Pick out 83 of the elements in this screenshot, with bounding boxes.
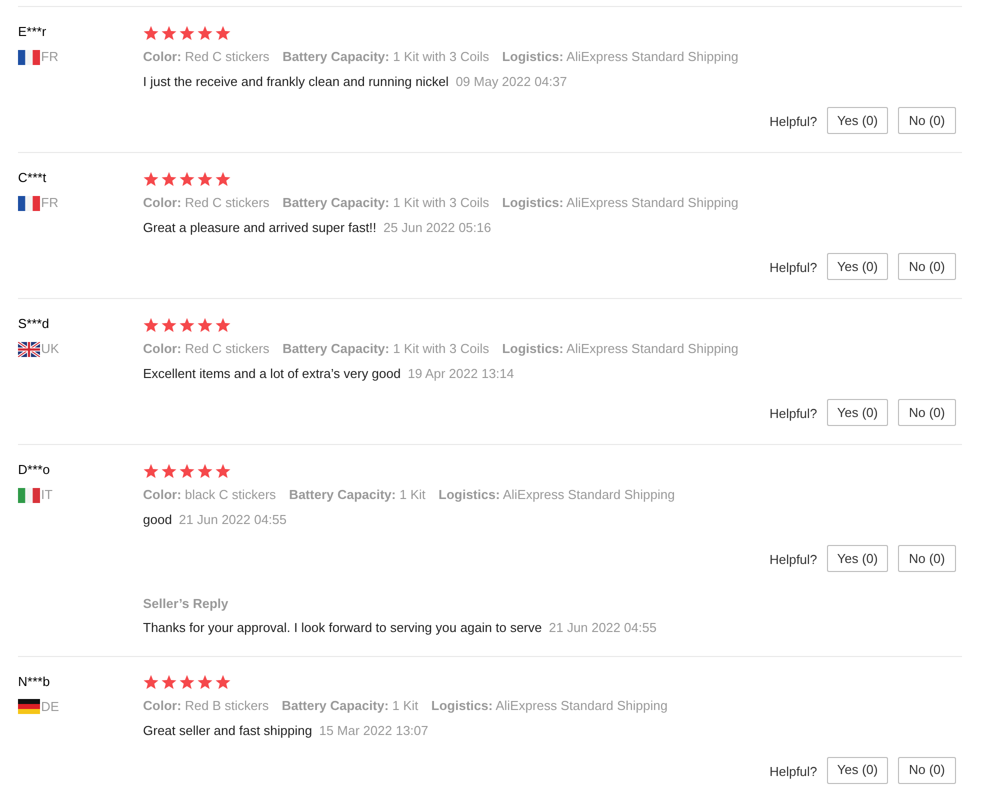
country-code: IT — [41, 486, 53, 504]
review-text: Great seller and fast shipping — [143, 722, 312, 740]
star-icon — [161, 675, 177, 690]
france-flag-icon — [18, 50, 40, 64]
reviewer-name: S***d — [18, 315, 50, 333]
seller-reply-text: Thanks for your approval. I look forward to serving you again to serve — [143, 619, 542, 637]
yes-button[interactable]: Yes (0) — [827, 545, 888, 572]
review-text: Great a pleasure and arrived super fast!! — [143, 218, 376, 237]
reviewer-name: C***t — [18, 169, 48, 187]
country-code: FR — [41, 48, 58, 66]
yes-button[interactable]: Yes (0) — [827, 253, 888, 280]
star-icon — [143, 318, 159, 332]
product-property: Battery Capacity: 1 Kit with 3 Coils — [282, 340, 490, 358]
italy-flag-icon — [18, 488, 40, 502]
helpful-label: Helpful? — [769, 113, 818, 132]
review-date: 19 Apr 2022 13:14 — [408, 364, 514, 383]
reviewer-name: E***r — [18, 23, 48, 41]
star-icon — [215, 318, 231, 332]
helpful-label: Helpful? — [769, 551, 818, 570]
product-property: Logistics: AliExpress Standard Shipping — [438, 486, 675, 504]
star-icon — [179, 26, 195, 40]
product-property: Battery Capacity: 1 Kit with 3 Coils — [282, 48, 490, 66]
review-date: 25 Jun 2022 05:16 — [383, 218, 492, 237]
star-icon — [197, 464, 213, 478]
star-icon — [161, 26, 177, 40]
uk-flag-icon — [18, 342, 40, 356]
star-icon — [161, 464, 177, 478]
product-property: Color: black C stickers — [143, 486, 276, 504]
no-button[interactable]: No (0) — [898, 756, 956, 784]
product-property: Color: Red C stickers — [143, 194, 270, 212]
star-icon — [197, 318, 213, 332]
product-property: Logistics: AliExpress Standard Shipping — [502, 48, 738, 66]
yes-button[interactable]: Yes (0) — [827, 756, 888, 784]
product-property: Color: Red B stickers — [143, 697, 269, 716]
star-icon — [215, 464, 231, 478]
country-code: UK — [41, 340, 60, 358]
star-icon — [215, 675, 231, 690]
star-icon — [143, 464, 159, 478]
review-date: 21 Jun 2022 04:55 — [178, 510, 287, 529]
yes-button[interactable]: Yes (0) — [827, 399, 888, 426]
star-icon — [179, 172, 195, 186]
star-icon — [143, 26, 159, 40]
helpful-label: Helpful? — [769, 762, 818, 781]
country-code: FR — [41, 194, 58, 212]
germany-flag-icon — [18, 699, 40, 714]
no-button[interactable]: No (0) — [898, 399, 956, 426]
helpful-label: Helpful? — [769, 405, 818, 424]
product-property: Battery Capacity: 1 Kit — [282, 697, 418, 716]
product-property: Battery Capacity: 1 Kit — [288, 486, 426, 504]
star-icon — [179, 318, 195, 332]
no-button[interactable]: No (0) — [898, 253, 956, 280]
product-property: Battery Capacity: 1 Kit with 3 Coils — [282, 194, 490, 212]
product-property: Logistics: AliExpress Standard Shipping — [502, 340, 738, 358]
star-icon — [143, 172, 159, 186]
reply-date: 21 Jun 2022 04:55 — [548, 619, 657, 637]
review-text: I just the receive and frankly clean and running nickel — [143, 72, 449, 91]
star-icon — [197, 172, 213, 186]
reviewer-name: N***b — [18, 672, 51, 690]
star-icon — [143, 675, 159, 690]
country-code: DE — [41, 698, 60, 716]
no-button[interactable]: No (0) — [898, 545, 956, 572]
france-flag-icon — [18, 196, 40, 210]
star-icon — [161, 172, 177, 186]
star-icon — [179, 675, 195, 690]
yes-button[interactable]: Yes (0) — [827, 107, 888, 134]
review-date: 09 May 2022 04:37 — [456, 72, 567, 91]
reviewer-name: D***o — [18, 461, 51, 479]
star-icon — [161, 318, 177, 332]
star-icon — [197, 26, 213, 40]
star-icon — [215, 26, 231, 40]
seller-reply-title: Seller’s Reply — [143, 595, 230, 613]
review-date: 15 Mar 2022 13:07 — [319, 722, 428, 740]
product-property: Color: Red C stickers — [143, 48, 270, 66]
product-property: Logistics: AliExpress Standard Shipping — [502, 194, 738, 212]
star-icon — [215, 172, 231, 186]
review-text: Excellent items and a lot of extra’s very good — [143, 364, 401, 383]
no-button[interactable]: No (0) — [898, 107, 956, 134]
product-property: Color: Red C stickers — [143, 340, 270, 358]
product-property: Logistics: AliExpress Standard Shipping — [431, 697, 668, 716]
helpful-label: Helpful? — [769, 259, 818, 278]
star-icon — [197, 675, 213, 690]
star-icon — [179, 464, 195, 478]
review-text: good — [143, 510, 172, 529]
